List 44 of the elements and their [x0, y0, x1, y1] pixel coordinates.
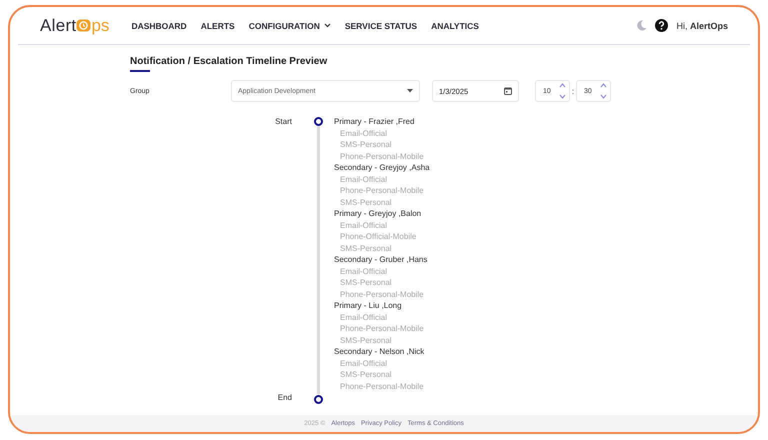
- calendar-icon: [504, 87, 512, 95]
- contact-method: Phone-Personal-Mobile: [339, 323, 425, 334]
- page-title: Notification / Escalation Timeline Preview: [130, 56, 328, 69]
- contact-method: Email-Official: [339, 358, 388, 369]
- step-title: Secondary - Gruber ,Hans: [334, 254, 428, 266]
- contact-method: Phone-Official-Mobile: [339, 231, 418, 242]
- contact-method: Phone-Personal-Mobile: [339, 288, 425, 300]
- contact-method: Phone-Personal-Mobile: [339, 380, 425, 392]
- contact-method: SMS-Personal: [339, 139, 393, 150]
- nav-link[interactable]: SERVICE STATUS: [344, 20, 418, 30]
- end-label: End: [278, 392, 292, 404]
- nav-link[interactable]: ALERTS: [200, 20, 235, 30]
- logo-text: ps: [91, 16, 110, 36]
- nav-link[interactable]: DASHBOARD: [131, 20, 187, 30]
- step-title: Primary - Frazier ,Fred: [334, 116, 416, 128]
- contact-method: SMS-Personal: [339, 196, 393, 208]
- spinner-icon[interactable]: [559, 82, 566, 100]
- step-title: Primary - Liu ,Long: [334, 300, 403, 312]
- nav-link[interactable]: CONFIGURATION: [248, 20, 331, 30]
- chevron-down-icon: [324, 23, 331, 28]
- contact-method: SMS-Personal: [339, 277, 393, 288]
- timeline-node: [314, 394, 322, 404]
- step-title: Primary - Greyjoy ,Balon: [334, 208, 422, 220]
- contact-method: SMS-Personal: [339, 242, 393, 254]
- user-greeting: Hi, AlertOps: [676, 20, 728, 30]
- time-separator: :: [570, 86, 576, 96]
- logo-text: Alert: [40, 16, 76, 36]
- contact-method: Email-Official: [339, 128, 388, 139]
- contact-method: SMS-Personal: [339, 369, 393, 380]
- contact-method: SMS-Personal: [339, 334, 393, 346]
- moon-icon[interactable]: [636, 20, 648, 31]
- step-title: Secondary - Nelson ,Nick: [334, 346, 426, 358]
- contact-method: Email-Official: [339, 174, 388, 185]
- contact-method: Email-Official: [339, 312, 388, 323]
- spinner-icon[interactable]: [600, 82, 607, 100]
- help-icon[interactable]: [655, 19, 668, 32]
- start-label: Start: [275, 116, 292, 128]
- contact-method: Phone-Personal-Mobile: [339, 185, 425, 196]
- contact-method: Phone-Personal-Mobile: [339, 150, 425, 162]
- contact-method: Email-Official: [339, 220, 388, 231]
- caret-icon: [407, 89, 413, 93]
- step-title: Secondary - Greyjoy ,Asha: [334, 162, 430, 174]
- nav-link[interactable]: ANALYTICS: [431, 20, 479, 30]
- contact-method: Email-Official: [339, 266, 388, 277]
